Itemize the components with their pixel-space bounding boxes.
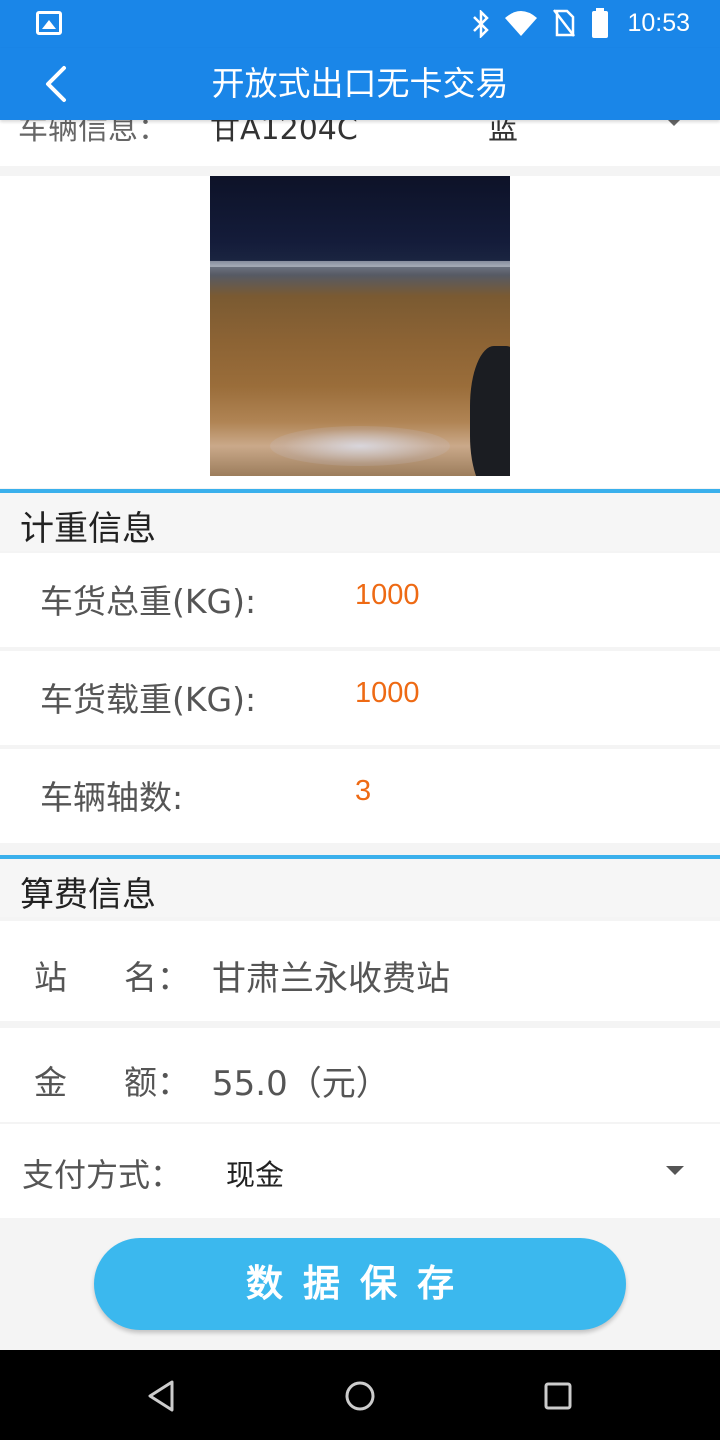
page-title: 开放式出口无卡交易 xyxy=(211,64,509,103)
nav-back-icon[interactable] xyxy=(142,1376,182,1416)
station-row: 站 名： 甘肃兰永收费站 xyxy=(0,921,720,1021)
image-icon xyxy=(36,11,62,35)
amount-label-char1: 金 xyxy=(34,1063,67,1102)
bluetooth-icon xyxy=(473,10,489,38)
payment-method-label: 支付方式： xyxy=(22,1156,183,1194)
total-weight-label: 车货总重(KG): xyxy=(40,582,257,621)
load-weight-label: 车货载重(KG): xyxy=(40,680,257,719)
axle-count-value: 3 xyxy=(355,775,372,807)
payment-method-select[interactable]: 现金 xyxy=(226,1152,284,1194)
load-weight-row: 车货载重(KG): 1000 xyxy=(0,651,720,745)
system-nav-bar xyxy=(0,1350,720,1440)
amount-label-char2: 额： xyxy=(124,1063,190,1102)
weight-section-header: 计重信息 xyxy=(0,489,720,551)
fee-section-title: 算费信息 xyxy=(20,875,156,915)
station-name-value: 甘肃兰永收费站 xyxy=(212,959,450,999)
photo-shadow xyxy=(470,346,510,476)
amount-row: 金 额： 55.0（元） xyxy=(0,1028,720,1122)
vehicle-photo[interactable] xyxy=(210,176,510,476)
nav-recents-icon[interactable] xyxy=(538,1376,578,1416)
load-weight-value: 1000 xyxy=(355,677,420,709)
station-label-char2: 名： xyxy=(124,958,190,997)
weight-section-title: 计重信息 xyxy=(20,509,156,549)
total-weight-value: 1000 xyxy=(355,579,420,611)
app-bar: 开放式出口无卡交易 xyxy=(0,48,720,120)
save-data-button[interactable]: 数据保存 xyxy=(94,1238,626,1330)
status-bar: 10:53 xyxy=(0,0,720,48)
no-sim-icon xyxy=(553,9,575,37)
photo-glare xyxy=(270,426,450,466)
battery-icon xyxy=(592,8,608,38)
payment-method-row[interactable]: 支付方式： 现金 xyxy=(0,1124,720,1218)
axle-count-label: 车辆轴数: xyxy=(40,778,184,817)
fee-section-header: 算费信息 xyxy=(0,855,720,917)
status-time: 10:53 xyxy=(627,9,690,37)
axle-count-row: 车辆轴数: 3 xyxy=(0,749,720,843)
wifi-icon xyxy=(505,11,537,36)
photo-stripe xyxy=(210,261,510,267)
vehicle-photo-container xyxy=(0,176,720,488)
station-label-char1: 站 xyxy=(34,958,67,997)
total-weight-row: 车货总重(KG): 1000 xyxy=(0,553,720,647)
dropdown-arrow-icon[interactable] xyxy=(666,1166,684,1175)
amount-value: 55.0（元） xyxy=(212,1064,390,1104)
nav-home-icon[interactable] xyxy=(340,1376,380,1416)
